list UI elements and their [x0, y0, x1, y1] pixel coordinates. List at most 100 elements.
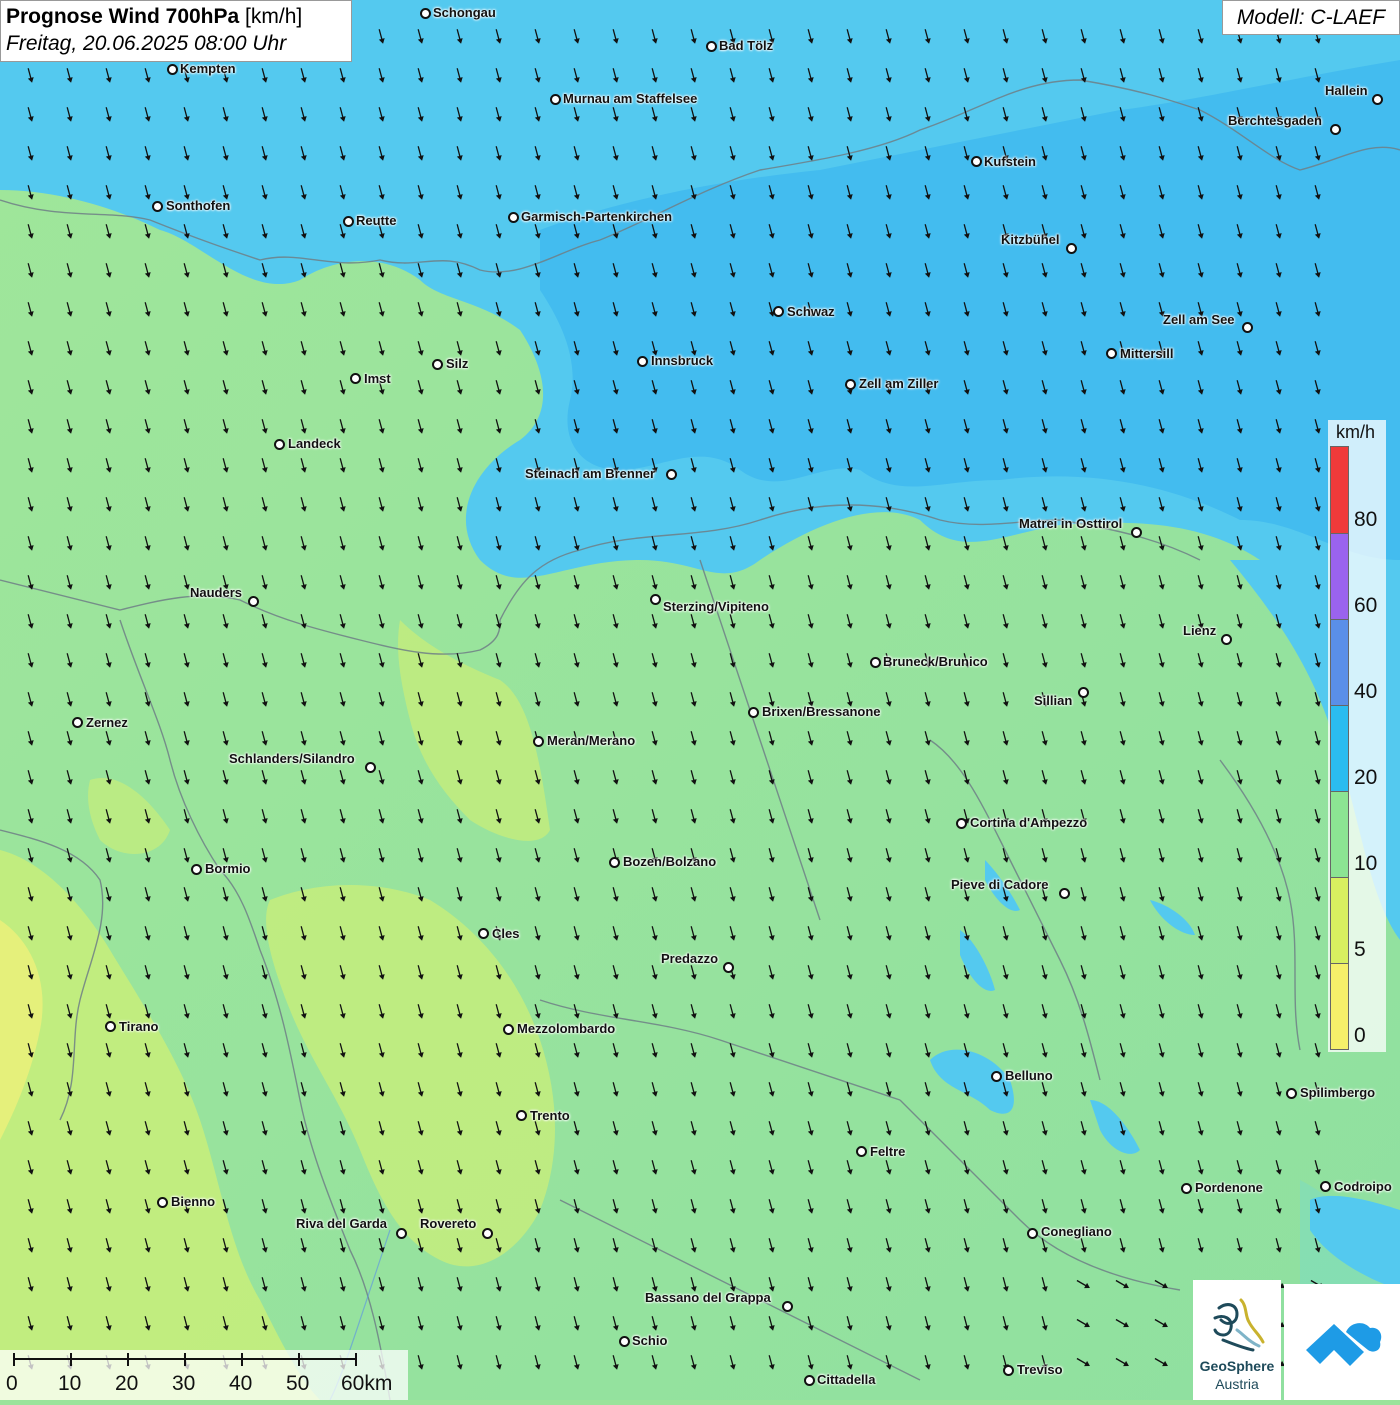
city-label-conegliano: Conegliano [1041, 1224, 1112, 1239]
city-marker [1372, 94, 1383, 105]
legend-segment-5-10 [1331, 878, 1348, 964]
city-marker [1330, 124, 1341, 135]
city-marker [550, 94, 561, 105]
city-marker [870, 657, 881, 668]
city-label-bormio: Bormio [205, 861, 251, 876]
map-title-unit: [km/h] [245, 5, 303, 28]
city-label-predazzo: Predazzo [661, 951, 719, 966]
legend-color-bar [1330, 446, 1349, 1050]
city-label-schlanders: Schlanders/Silandro [229, 751, 355, 766]
city-label-feltre: Feltre [870, 1144, 906, 1159]
city-marker [152, 201, 163, 212]
city-marker [350, 373, 361, 384]
city-marker [748, 707, 759, 718]
city-label-berchtesgaden: Berchtesgaden [1228, 113, 1322, 128]
city-label-bad-toelz: Bad Tölz [719, 38, 774, 53]
city-label-codroipo: Codroipo [1334, 1179, 1392, 1194]
city-marker [105, 1021, 116, 1032]
city-marker [637, 356, 648, 367]
city-marker [157, 1197, 168, 1208]
city-label-sillian: Sillian [1034, 693, 1073, 708]
city-label-meran: Meran/Merano [547, 733, 636, 748]
city-marker [248, 596, 259, 607]
scale-label-0: 0 [6, 1372, 18, 1395]
model-label: Modell: C-LAEF [1222, 0, 1400, 35]
city-marker [971, 156, 982, 167]
map-title: Prognose Wind 700hPa [km/h] [6, 4, 346, 30]
city-marker [1181, 1183, 1192, 1194]
city-label-bruneck: Bruneck/Brunico [883, 654, 988, 669]
city-label-sterzing: Sterzing/Vipiteno [663, 599, 769, 614]
legend-segment-10-20 [1331, 792, 1348, 878]
city-label-bassano: Bassano del Grappa [645, 1290, 771, 1305]
city-marker [804, 1375, 815, 1386]
city-label-zell-am-ziller: Zell am Ziller [859, 376, 939, 391]
city-label-sonthofen: Sonthofen [166, 198, 231, 213]
geosphere-logo-text: GeoSphere [1199, 1358, 1275, 1374]
legend-tick-80: 80 [1354, 508, 1378, 531]
legend-tick-0: 0 [1354, 1024, 1366, 1047]
city-marker [1242, 322, 1253, 333]
city-marker [773, 306, 784, 317]
scale-label-40: 40 [229, 1372, 253, 1395]
city-marker [723, 962, 734, 973]
map-title-box: Prognose Wind 700hPa [km/h] Freitag, 20.… [0, 0, 352, 62]
city-marker [533, 736, 544, 747]
city-label-zell-am-see: Zell am See [1163, 312, 1235, 327]
city-marker [1066, 243, 1077, 254]
app-mountain-cloud-icon [1306, 1323, 1382, 1366]
scale-label-10: 10 [58, 1372, 82, 1395]
city-label-schio: Schio [632, 1333, 668, 1348]
city-label-lienz: Lienz [1183, 623, 1217, 638]
city-label-murnau: Murnau am Staffelsee [563, 91, 698, 106]
city-marker [343, 216, 354, 227]
city-marker [508, 212, 519, 223]
city-label-cortina: Cortina d'Ampezzo [970, 815, 1088, 830]
city-marker [845, 379, 856, 390]
city-marker [1003, 1365, 1014, 1376]
legend-tick-10: 10 [1354, 852, 1378, 875]
city-marker [432, 359, 443, 370]
city-marker [706, 41, 717, 52]
city-label-garmisch: Garmisch-Partenkirchen [521, 209, 673, 224]
color-legend: km/h 80 60 40 20 10 5 0 [1328, 420, 1386, 1052]
city-marker [1059, 888, 1070, 899]
weather-app-logo[interactable] [1284, 1284, 1400, 1400]
city-label-tirano: Tirano [119, 1019, 159, 1034]
city-marker [396, 1228, 407, 1239]
legend-unit: km/h [1336, 422, 1376, 442]
geosphere-logo-subtext: Austria [1215, 1376, 1259, 1392]
city-label-landeck: Landeck [288, 436, 341, 451]
city-label-zernez: Zernez [86, 715, 128, 730]
map-title-bold: Prognose Wind 700hPa [6, 5, 240, 28]
city-marker [1078, 687, 1089, 698]
legend-tick-40: 40 [1354, 680, 1378, 703]
city-marker [478, 928, 489, 939]
legend-tick-20: 20 [1354, 766, 1378, 789]
city-marker [1106, 348, 1117, 359]
scale-label-60km: 60km [341, 1372, 393, 1395]
legend-segment-60-80 [1331, 534, 1348, 620]
geosphere-logo[interactable]: GeoSphere Austria [1193, 1280, 1281, 1400]
legend-segment-0-5 [1331, 964, 1348, 1049]
city-marker [991, 1071, 1002, 1082]
city-marker [274, 439, 285, 450]
city-marker [1286, 1088, 1297, 1099]
city-label-silz: Silz [446, 356, 469, 371]
city-label-schongau: Schongau [433, 5, 496, 20]
city-marker [782, 1301, 793, 1312]
city-label-innsbruck: Innsbruck [651, 353, 714, 368]
city-marker [1027, 1228, 1038, 1239]
city-marker [650, 594, 661, 605]
city-label-riva: Riva del Garda [296, 1216, 388, 1231]
city-marker [191, 864, 202, 875]
city-label-steinach: Steinach am Brenner [525, 466, 656, 481]
city-label-pieve: Pieve di Cadore [951, 877, 1049, 892]
city-label-belluno: Belluno [1005, 1068, 1053, 1083]
city-label-pordenone: Pordenone [1195, 1180, 1263, 1195]
city-label-kempten: Kempten [180, 61, 236, 76]
city-marker [482, 1228, 493, 1239]
scale-label-30: 30 [172, 1372, 196, 1395]
city-marker [619, 1336, 630, 1347]
city-label-reutte: Reutte [356, 213, 397, 228]
